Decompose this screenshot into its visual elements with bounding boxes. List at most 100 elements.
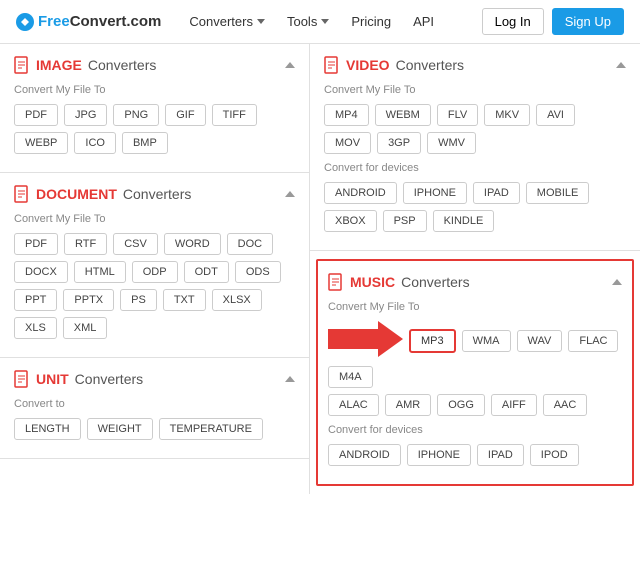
tag-ico[interactable]: ICO	[74, 132, 116, 154]
video-device-tags: ANDROID IPHONE IPAD MOBILE XBOX PSP KIND…	[324, 182, 626, 232]
document-section: DOCUMENT Converters Convert My File To P…	[0, 173, 309, 358]
video-section-title: VIDEO Converters	[324, 56, 464, 74]
video-cat-label: VIDEO	[346, 57, 390, 73]
document-section-header: DOCUMENT Converters	[14, 185, 295, 203]
tag-pdf[interactable]: PDF	[14, 104, 58, 126]
tag-pdf[interactable]: PDF	[14, 233, 58, 255]
tag-flv[interactable]: FLV	[437, 104, 478, 126]
tag-ps[interactable]: PS	[120, 289, 157, 311]
tag-aiff[interactable]: AIFF	[491, 394, 537, 416]
tag-word[interactable]: WORD	[164, 233, 221, 255]
document-collapse-icon[interactable]	[285, 191, 295, 197]
logo-free: Free	[38, 13, 70, 30]
tag-odt[interactable]: ODT	[184, 261, 229, 283]
image-section-header: IMAGE Converters	[14, 56, 295, 74]
tag-tiff[interactable]: TIFF	[212, 104, 257, 126]
tag-mkv[interactable]: MKV	[484, 104, 530, 126]
nav-api[interactable]: API	[405, 10, 442, 33]
tag-kindle[interactable]: KINDLE	[433, 210, 495, 232]
tag-gif[interactable]: GIF	[165, 104, 205, 126]
unit-cat-rest: Converters	[75, 371, 143, 387]
login-button[interactable]: Log In	[482, 8, 544, 35]
tag-xml[interactable]: XML	[63, 317, 108, 339]
music-section-title: MUSIC Converters	[328, 273, 470, 291]
header: FreeConvert.com Converters Tools Pricing…	[0, 0, 640, 44]
tag-csv[interactable]: CSV	[113, 233, 158, 255]
tag-png[interactable]: PNG	[113, 104, 159, 126]
tag-ppt[interactable]: PPT	[14, 289, 57, 311]
document-cat-label: DOCUMENT	[36, 186, 117, 202]
tag-iphone[interactable]: IPHONE	[407, 444, 471, 466]
tag-mobile[interactable]: MOBILE	[526, 182, 590, 204]
tag-avi[interactable]: AVI	[536, 104, 575, 126]
tag-wmv[interactable]: WMV	[427, 132, 476, 154]
tag-mp4[interactable]: MP4	[324, 104, 369, 126]
tag-xbox[interactable]: XBOX	[324, 210, 377, 232]
unit-section-title: UNIT Converters	[14, 370, 143, 388]
nav-tools[interactable]: Tools	[279, 10, 337, 33]
music-section-header: MUSIC Converters	[328, 273, 622, 291]
tag-wav[interactable]: WAV	[517, 330, 563, 352]
document-section-title: DOCUMENT Converters	[14, 185, 191, 203]
image-cat-label: IMAGE	[36, 57, 82, 73]
main-nav: Converters Tools Pricing API	[181, 10, 481, 33]
tag-ipod[interactable]: IPOD	[530, 444, 579, 466]
tag-psp[interactable]: PSP	[383, 210, 427, 232]
image-collapse-icon[interactable]	[285, 62, 295, 68]
tag-docx[interactable]: DOCX	[14, 261, 68, 283]
music-tags-with-arrow: MP3 WMA WAV FLAC M4A	[328, 321, 622, 388]
tag-android[interactable]: ANDROID	[328, 444, 401, 466]
music-device-tags: ANDROID IPHONE IPAD IPOD	[328, 444, 622, 466]
logo[interactable]: FreeConvert.com	[16, 13, 161, 31]
tag-temperature[interactable]: TEMPERATURE	[159, 418, 263, 440]
image-sub-label: Convert My File To	[14, 84, 295, 96]
unit-icon	[14, 370, 30, 388]
tag-ipad[interactable]: IPAD	[473, 182, 520, 204]
tag-length[interactable]: LENGTH	[14, 418, 81, 440]
tag-alac[interactable]: ALAC	[328, 394, 379, 416]
tag-mov[interactable]: MOV	[324, 132, 371, 154]
unit-collapse-icon[interactable]	[285, 376, 295, 382]
tag-jpg[interactable]: JPG	[64, 104, 107, 126]
tag-bmp[interactable]: BMP	[122, 132, 168, 154]
video-sub-label-1: Convert My File To	[324, 84, 626, 96]
tag-pptx[interactable]: PPTX	[63, 289, 114, 311]
tag-weight[interactable]: WEIGHT	[87, 418, 153, 440]
video-collapse-icon[interactable]	[616, 62, 626, 68]
chevron-down-icon	[257, 19, 265, 24]
tag-doc[interactable]: DOC	[227, 233, 273, 255]
tag-amr[interactable]: AMR	[385, 394, 431, 416]
tag-xlsx[interactable]: XLSX	[212, 289, 262, 311]
tag-webm[interactable]: WEBM	[375, 104, 431, 126]
tag-odp[interactable]: ODP	[132, 261, 178, 283]
music-sub-label-2: Convert for devices	[328, 424, 622, 436]
tag-html[interactable]: HTML	[74, 261, 126, 283]
tag-3gp[interactable]: 3GP	[377, 132, 421, 154]
tag-rtf[interactable]: RTF	[64, 233, 107, 255]
tag-ods[interactable]: ODS	[235, 261, 281, 283]
tag-flac[interactable]: FLAC	[568, 330, 618, 352]
tag-iphone[interactable]: IPHONE	[403, 182, 467, 204]
tag-wma[interactable]: WMA	[462, 330, 511, 352]
video-sub-label-2: Convert for devices	[324, 162, 626, 174]
logo-icon	[16, 13, 34, 31]
nav-converters[interactable]: Converters	[181, 10, 273, 33]
tag-ogg[interactable]: OGG	[437, 394, 485, 416]
signup-button[interactable]: Sign Up	[552, 8, 624, 35]
tag-aac[interactable]: AAC	[543, 394, 588, 416]
music-cat-label: MUSIC	[350, 274, 395, 290]
tag-android[interactable]: ANDROID	[324, 182, 397, 204]
music-cat-rest: Converters	[401, 274, 469, 290]
tag-xls[interactable]: XLS	[14, 317, 57, 339]
tag-mp3[interactable]: MP3	[409, 329, 456, 353]
music-icon	[328, 273, 344, 291]
music-section: MUSIC Converters Convert My File To MP3 …	[316, 259, 634, 486]
music-collapse-icon[interactable]	[612, 279, 622, 285]
tag-ipad[interactable]: IPAD	[477, 444, 524, 466]
tag-m4a[interactable]: M4A	[328, 366, 373, 388]
image-section: IMAGE Converters Convert My File To PDF …	[0, 44, 309, 173]
tag-webp[interactable]: WEBP	[14, 132, 68, 154]
left-column: IMAGE Converters Convert My File To PDF …	[0, 44, 310, 494]
tag-txt[interactable]: TXT	[163, 289, 206, 311]
nav-pricing[interactable]: Pricing	[343, 10, 399, 33]
